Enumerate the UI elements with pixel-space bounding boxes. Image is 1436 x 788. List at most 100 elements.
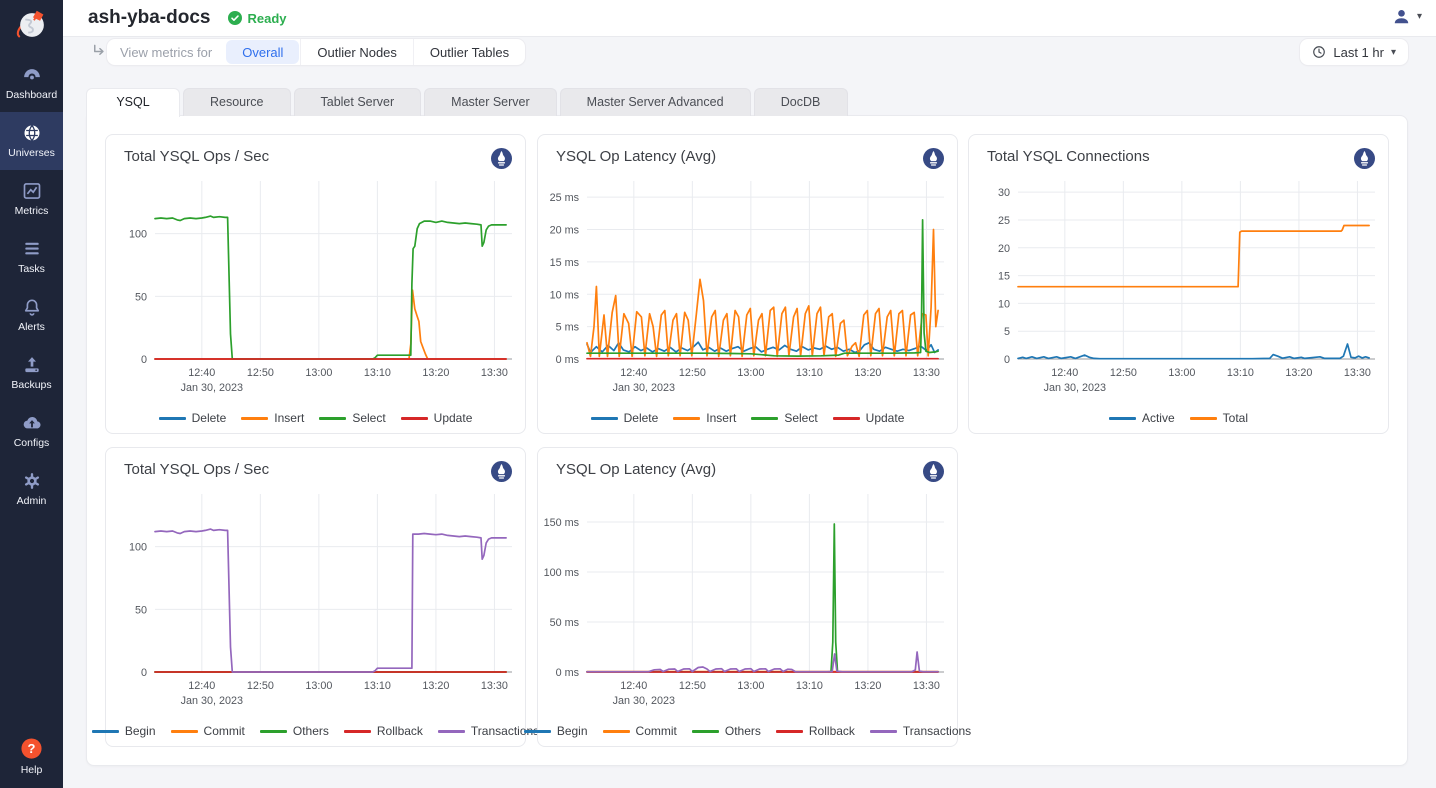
svg-text:12:50: 12:50: [247, 367, 274, 379]
svg-text:13:00: 13:00: [737, 367, 764, 379]
svg-text:13:00: 13:00: [1168, 367, 1195, 379]
legend-label: Active: [1142, 411, 1175, 425]
chart-title: Total YSQL Ops / Sec: [124, 148, 269, 165]
legend-item-total[interactable]: Total: [1190, 411, 1248, 425]
legend-item-insert[interactable]: Insert: [673, 411, 736, 425]
svg-text:12:40: 12:40: [620, 367, 647, 379]
svg-text:13:10: 13:10: [364, 680, 391, 692]
legend-swatch: [692, 730, 719, 733]
legend-item-begin[interactable]: Begin: [92, 724, 156, 738]
sidebar-item-alerts[interactable]: Alerts: [0, 286, 63, 344]
chart-title: Total YSQL Connections: [987, 148, 1150, 165]
view-metrics-for-label: View metrics for: [107, 39, 225, 65]
legend-item-delete[interactable]: Delete: [591, 411, 659, 425]
legend-item-active[interactable]: Active: [1109, 411, 1175, 425]
legend-label: Commit: [636, 724, 677, 738]
legend-swatch: [438, 730, 465, 733]
svg-text:12:50: 12:50: [1110, 367, 1137, 379]
tab-outlier-tables[interactable]: Outlier Tables: [413, 39, 525, 65]
chart-legend: Delete Insert Select Update: [106, 411, 525, 425]
user-menu[interactable]: ▾: [1392, 7, 1422, 26]
svg-text:25: 25: [998, 215, 1010, 227]
legend-item-rollback[interactable]: Rollback: [776, 724, 855, 738]
chevron-down-icon: ▾: [1391, 47, 1396, 58]
svg-text:50: 50: [135, 291, 147, 303]
legend-label: Select: [352, 411, 385, 425]
help-icon: ?: [20, 737, 43, 760]
legend-label: Begin: [125, 724, 156, 738]
legend-item-update[interactable]: Update: [401, 411, 473, 425]
chart-legend: Active Total: [969, 411, 1388, 425]
svg-text:0 ms: 0 ms: [556, 667, 580, 679]
legend-item-commit[interactable]: Commit: [603, 724, 677, 738]
legend-swatch: [319, 417, 346, 420]
legend-swatch: [401, 417, 428, 420]
svg-text:15 ms: 15 ms: [550, 257, 580, 269]
svg-text:0: 0: [141, 354, 147, 366]
svg-text:13:20: 13:20: [854, 367, 881, 379]
chart-plot[interactable]: 12:4012:5013:0013:1013:2013:30Jan 30, 20…: [972, 175, 1384, 401]
chart-plot[interactable]: 12:4012:5013:0013:1013:2013:30Jan 30, 20…: [109, 488, 521, 714]
svg-text:10 ms: 10 ms: [550, 289, 580, 301]
tab-ysql[interactable]: YSQL: [86, 88, 180, 117]
svg-text:?: ?: [28, 741, 36, 756]
sidebar-item-backups[interactable]: Backups: [0, 344, 63, 402]
legend-item-others[interactable]: Others: [260, 724, 329, 738]
prometheus-icon[interactable]: [491, 461, 512, 482]
sidebar-item-configs[interactable]: Configs: [0, 402, 63, 460]
tab-docdb[interactable]: DocDB: [754, 88, 848, 116]
time-range-dropdown[interactable]: Last 1 hr ▾: [1300, 39, 1408, 65]
svg-text:Jan 30, 2023: Jan 30, 2023: [181, 382, 243, 394]
legend-item-insert[interactable]: Insert: [241, 411, 304, 425]
sidebar-item-label: Tasks: [18, 263, 45, 275]
tab-resource[interactable]: Resource: [183, 88, 291, 116]
chart-plot[interactable]: 12:4012:5013:0013:1013:2013:30Jan 30, 20…: [109, 175, 521, 401]
status-label: Ready: [247, 11, 286, 26]
prometheus-icon[interactable]: [1354, 148, 1375, 169]
alerts-icon: [22, 297, 42, 317]
legend-item-begin[interactable]: Begin: [524, 724, 588, 738]
svg-text:13:30: 13:30: [913, 367, 940, 379]
sidebar-item-admin[interactable]: Admin: [0, 460, 63, 518]
metrics-panel: Total YSQL Ops / Sec 12:4012:5013:0013:1…: [86, 115, 1408, 766]
tab-tablet-server[interactable]: Tablet Server: [294, 88, 422, 116]
legend-item-rollback[interactable]: Rollback: [344, 724, 423, 738]
chevron-down-icon: ▾: [1417, 11, 1422, 22]
legend-item-update[interactable]: Update: [833, 411, 905, 425]
legend-item-select[interactable]: Select: [319, 411, 385, 425]
tab-master-server[interactable]: Master Server: [424, 88, 557, 116]
tab-master-server-advanced[interactable]: Master Server Advanced: [560, 88, 751, 116]
sidebar-item-label: Admin: [17, 495, 47, 507]
universe-title: ash-yba-docs: [88, 7, 210, 29]
yugabyte-logo-icon[interactable]: [0, 3, 63, 47]
sidebar-item-universes[interactable]: Universes: [0, 112, 63, 170]
tab-outlier-nodes[interactable]: Outlier Nodes: [300, 39, 412, 65]
prometheus-icon[interactable]: [923, 148, 944, 169]
legend-item-others[interactable]: Others: [692, 724, 761, 738]
sidebar-item-help[interactable]: ? Help: [0, 737, 63, 776]
svg-text:Jan 30, 2023: Jan 30, 2023: [613, 695, 675, 707]
sidebar-item-metrics[interactable]: Metrics: [0, 170, 63, 228]
sidebar-item-tasks[interactable]: Tasks: [0, 228, 63, 286]
legend-label: Begin: [557, 724, 588, 738]
legend-swatch: [776, 730, 803, 733]
legend-label: Update: [866, 411, 905, 425]
chart-title: YSQL Op Latency (Avg): [556, 148, 716, 165]
legend-item-delete[interactable]: Delete: [159, 411, 227, 425]
svg-text:50: 50: [135, 604, 147, 616]
legend-label: Update: [434, 411, 473, 425]
chart-plot[interactable]: 12:4012:5013:0013:1013:2013:30Jan 30, 20…: [541, 488, 953, 714]
svg-text:30: 30: [998, 187, 1010, 199]
svg-text:13:10: 13:10: [796, 367, 823, 379]
svg-text:13:20: 13:20: [422, 680, 449, 692]
prometheus-icon[interactable]: [491, 148, 512, 169]
tab-overall[interactable]: Overall: [226, 40, 299, 64]
legend-item-commit[interactable]: Commit: [171, 724, 245, 738]
chart-plot[interactable]: 12:4012:5013:0013:1013:2013:30Jan 30, 20…: [541, 175, 953, 401]
legend-item-select[interactable]: Select: [751, 411, 817, 425]
legend-swatch: [751, 417, 778, 420]
legend-item-transactions[interactable]: Transactions: [870, 724, 971, 738]
chart-title: YSQL Op Latency (Avg): [556, 461, 716, 478]
prometheus-icon[interactable]: [923, 461, 944, 482]
sidebar-item-dashboard[interactable]: Dashboard: [0, 54, 63, 112]
